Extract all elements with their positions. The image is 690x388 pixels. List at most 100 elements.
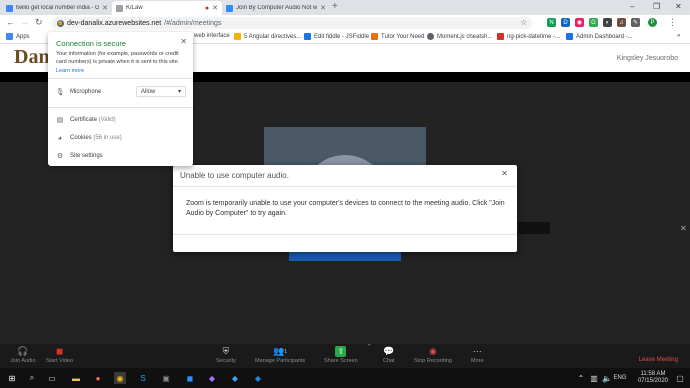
- cookie-icon: ◕: [57, 134, 63, 142]
- visual-studio-icon[interactable]: ◆: [206, 372, 218, 384]
- control-label: Join Audio: [10, 358, 36, 364]
- chrome-menu-icon[interactable]: ⋮: [668, 17, 677, 28]
- notifications-icon[interactable]: ▢: [674, 372, 686, 384]
- chat-icon: 💬: [383, 346, 395, 356]
- profile-avatar[interactable]: P: [648, 18, 657, 27]
- back-button[interactable]: ←: [6, 17, 15, 28]
- forward-button[interactable]: →: [20, 17, 29, 28]
- bookmark-jsfiddle[interactable]: Edit fiddle - JSFiddle: [304, 33, 369, 40]
- extension-icon[interactable]: ♫: [617, 18, 626, 27]
- zoom-favicon-icon: [226, 4, 233, 12]
- dialog-message: Zoom is temporarily unable to use your c…: [186, 200, 505, 217]
- bookmarks-overflow-icon[interactable]: »: [677, 33, 680, 39]
- bookmark-web-interface[interactable]: web interface: [194, 33, 230, 39]
- tab-zoom-support[interactable]: Join By Computer Audio Not wo ✕: [222, 1, 330, 15]
- chrome-icon[interactable]: ◉: [114, 372, 126, 384]
- control-label: Start Video: [46, 358, 74, 364]
- lock-icon[interactable]: 🔒: [57, 19, 64, 27]
- certificate-row[interactable]: ▤ Certificate (Valid): [56, 116, 116, 124]
- security-button[interactable]: ⛨ Security: [216, 346, 236, 364]
- control-label: Share Screen: [324, 358, 358, 364]
- tab-twilio[interactable]: twilio get local number india - G ✕: [2, 1, 112, 15]
- bookmark-icon: [234, 33, 241, 40]
- manage-participants-button[interactable]: 👥 1 Manage Participants: [255, 346, 305, 364]
- bookmark-apps[interactable]: Apps: [6, 33, 30, 40]
- minimize-button[interactable]: –: [630, 2, 634, 12]
- address-bar[interactable]: 🔒 dev-danalix.azurewebsites.net/#/admin/…: [52, 17, 532, 29]
- leave-meeting-button[interactable]: Leave Meeting: [639, 357, 678, 363]
- extension-icon[interactable]: G: [589, 18, 598, 27]
- terminal-icon[interactable]: ▣: [160, 372, 172, 384]
- bookmark-icon: [427, 33, 434, 40]
- divider: [48, 107, 193, 108]
- bookmark-admin-dashboard[interactable]: Admin Dashboard -...: [566, 33, 633, 40]
- firefox-icon[interactable]: ●: [92, 372, 104, 384]
- tab-strip: twilio get local number india - G ✕ K/La…: [0, 0, 690, 15]
- extension-icon[interactable]: ✎: [631, 18, 640, 27]
- bookmark-label: 5 Angular directives...: [244, 33, 302, 40]
- speaker-icon[interactable]: 🔈: [601, 372, 613, 384]
- close-window-button[interactable]: ✕: [675, 2, 682, 12]
- headphones-icon: 🎧: [17, 346, 29, 356]
- new-tab-button[interactable]: +: [332, 2, 338, 12]
- maximize-button[interactable]: ❐: [653, 2, 660, 12]
- url-host: dev-danalix.azurewebsites.net: [67, 19, 162, 27]
- google-favicon-icon: [6, 4, 13, 12]
- system-clock[interactable]: 11:58 AM 07/15/2020: [638, 371, 668, 385]
- tab-klaw[interactable]: K/Law ● ✕: [112, 1, 222, 15]
- control-label: Security: [216, 358, 236, 364]
- share-screen-button[interactable]: ⇧ Share Screen: [324, 346, 358, 364]
- windows-start-icon[interactable]: ⊞: [6, 372, 18, 384]
- certificate-status: (Valid): [98, 117, 116, 123]
- control-label: Stop Recording: [414, 358, 452, 364]
- zoom-icon[interactable]: ◼: [184, 372, 196, 384]
- microphone-permission-select[interactable]: Allow ▾: [136, 86, 186, 97]
- bookmark-ng-pick[interactable]: ng-pick-datetime -...: [497, 33, 560, 40]
- side-panel-handle: [518, 222, 550, 234]
- zoom-control-bar: 🎧 Join Audio ◼ Start Video ⛨ Security 👥 1…: [0, 344, 690, 368]
- bookmark-icon: [566, 33, 573, 40]
- system-tray-chevron-icon[interactable]: ⌃: [575, 372, 587, 384]
- search-icon[interactable]: ⌕: [26, 372, 38, 384]
- control-label: More: [471, 358, 484, 364]
- close-icon[interactable]: ✕: [501, 169, 508, 178]
- folder-icon[interactable]: ▬: [70, 372, 82, 384]
- reload-button[interactable]: ↻: [35, 17, 43, 28]
- more-button[interactable]: ⋯ More: [471, 346, 484, 364]
- connection-status-title: Connection is secure: [56, 39, 127, 48]
- vscode-icon[interactable]: ◆: [229, 372, 241, 384]
- extension-icon[interactable]: N: [547, 18, 556, 27]
- close-panel-icon[interactable]: ✕: [680, 224, 687, 233]
- skype-icon[interactable]: S: [137, 372, 149, 384]
- language-icon[interactable]: ENG: [614, 372, 627, 384]
- share-options-chevron-icon[interactable]: ⌃: [367, 344, 372, 350]
- site-logo[interactable]: Dan: [14, 46, 50, 69]
- extension-icon[interactable]: ◉: [575, 18, 584, 27]
- start-video-button[interactable]: ◼ Start Video: [46, 346, 73, 364]
- user-name[interactable]: Kingsley Jesuorobo: [617, 55, 678, 62]
- extension-icon[interactable]: D: [561, 18, 570, 27]
- cookies-row[interactable]: ◕ Cookies (56 in use): [56, 134, 122, 142]
- close-tab-icon[interactable]: ✕: [320, 4, 326, 12]
- bookmark-moment[interactable]: Moment.js cheatsh...: [427, 33, 492, 40]
- bookmark-tutor[interactable]: Tutor Your Need: [371, 33, 424, 40]
- close-tab-icon[interactable]: ✕: [102, 4, 108, 12]
- bookmark-star-icon[interactable]: ☆: [520, 18, 527, 27]
- tab-title: twilio get local number india - G: [16, 5, 100, 11]
- site-settings-row[interactable]: ⚙ Site settings: [56, 152, 103, 160]
- extension-icon[interactable]: ◐: [603, 18, 612, 27]
- close-icon[interactable]: ✕: [180, 37, 187, 46]
- learn-more-link[interactable]: Learn more: [56, 68, 84, 74]
- stop-recording-button[interactable]: ◉ Stop Recording: [414, 346, 452, 364]
- bookmark-label: web interface: [194, 33, 230, 39]
- join-audio-button[interactable]: 🎧 Join Audio: [10, 346, 35, 364]
- close-tab-icon[interactable]: ✕: [212, 4, 218, 12]
- clock-time: 11:58 AM: [640, 371, 666, 377]
- task-view-icon[interactable]: ▭: [46, 372, 58, 384]
- vscode-alt-icon[interactable]: ◆: [252, 372, 264, 384]
- windows-taskbar: ⊞ ⌕ ▭ ▬ ● ◉ S ▣ ◼ ◆ ◆ ◆ ⌃ ▥ 🔈 ENG 11:58 …: [0, 368, 690, 388]
- bookmark-angular[interactable]: 5 Angular directives...: [234, 33, 301, 40]
- chat-button[interactable]: 💬 Chat: [383, 346, 395, 364]
- join-audio-by-computer-button[interactable]: [289, 251, 401, 261]
- network-icon[interactable]: ▥: [588, 372, 600, 384]
